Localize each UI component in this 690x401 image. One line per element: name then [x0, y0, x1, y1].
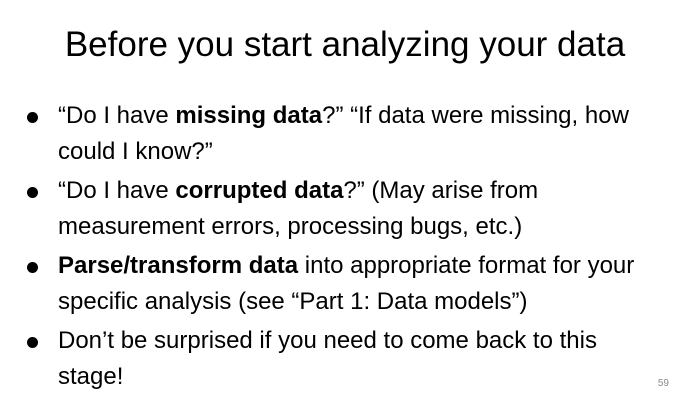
bullet-text-pre: “Do I have	[58, 102, 176, 129]
bullet-text: Don’t be surprised if you need to come b…	[58, 327, 597, 390]
bullet-dot-icon	[27, 337, 38, 348]
bullet-text-bold: corrupted data	[175, 177, 344, 204]
bullet-text-pre: Don’t be surprised if you need to come b…	[58, 327, 597, 390]
bullet-dot-icon	[27, 262, 38, 273]
bullet-text-bold: missing data	[175, 102, 323, 129]
bullet-text-bold: Parse/transform data	[58, 252, 299, 279]
bullet-list: “Do I have missing data?” “If data were …	[25, 98, 665, 398]
bullet-item-corrupted-data: “Do I have corrupted data?” (May arise f…	[25, 173, 665, 245]
slide-title: Before you start analyzing your data	[64, 25, 626, 64]
bullet-dot-icon	[27, 187, 38, 198]
bullet-text: “Do I have missing data?” “If data were …	[58, 102, 629, 165]
bullet-item-parse-transform: Parse/transform data into appropriate fo…	[25, 248, 665, 320]
bullet-item-come-back: Don’t be surprised if you need to come b…	[25, 323, 665, 395]
bullet-text: Parse/transform data into appropriate fo…	[58, 252, 634, 315]
bullet-dot-icon	[27, 112, 38, 123]
page-number: 59	[657, 378, 669, 389]
bullet-item-missing-data: “Do I have missing data?” “If data were …	[25, 98, 665, 170]
bullet-text-pre: “Do I have	[58, 177, 176, 204]
bullet-text: “Do I have corrupted data?” (May arise f…	[58, 177, 538, 240]
